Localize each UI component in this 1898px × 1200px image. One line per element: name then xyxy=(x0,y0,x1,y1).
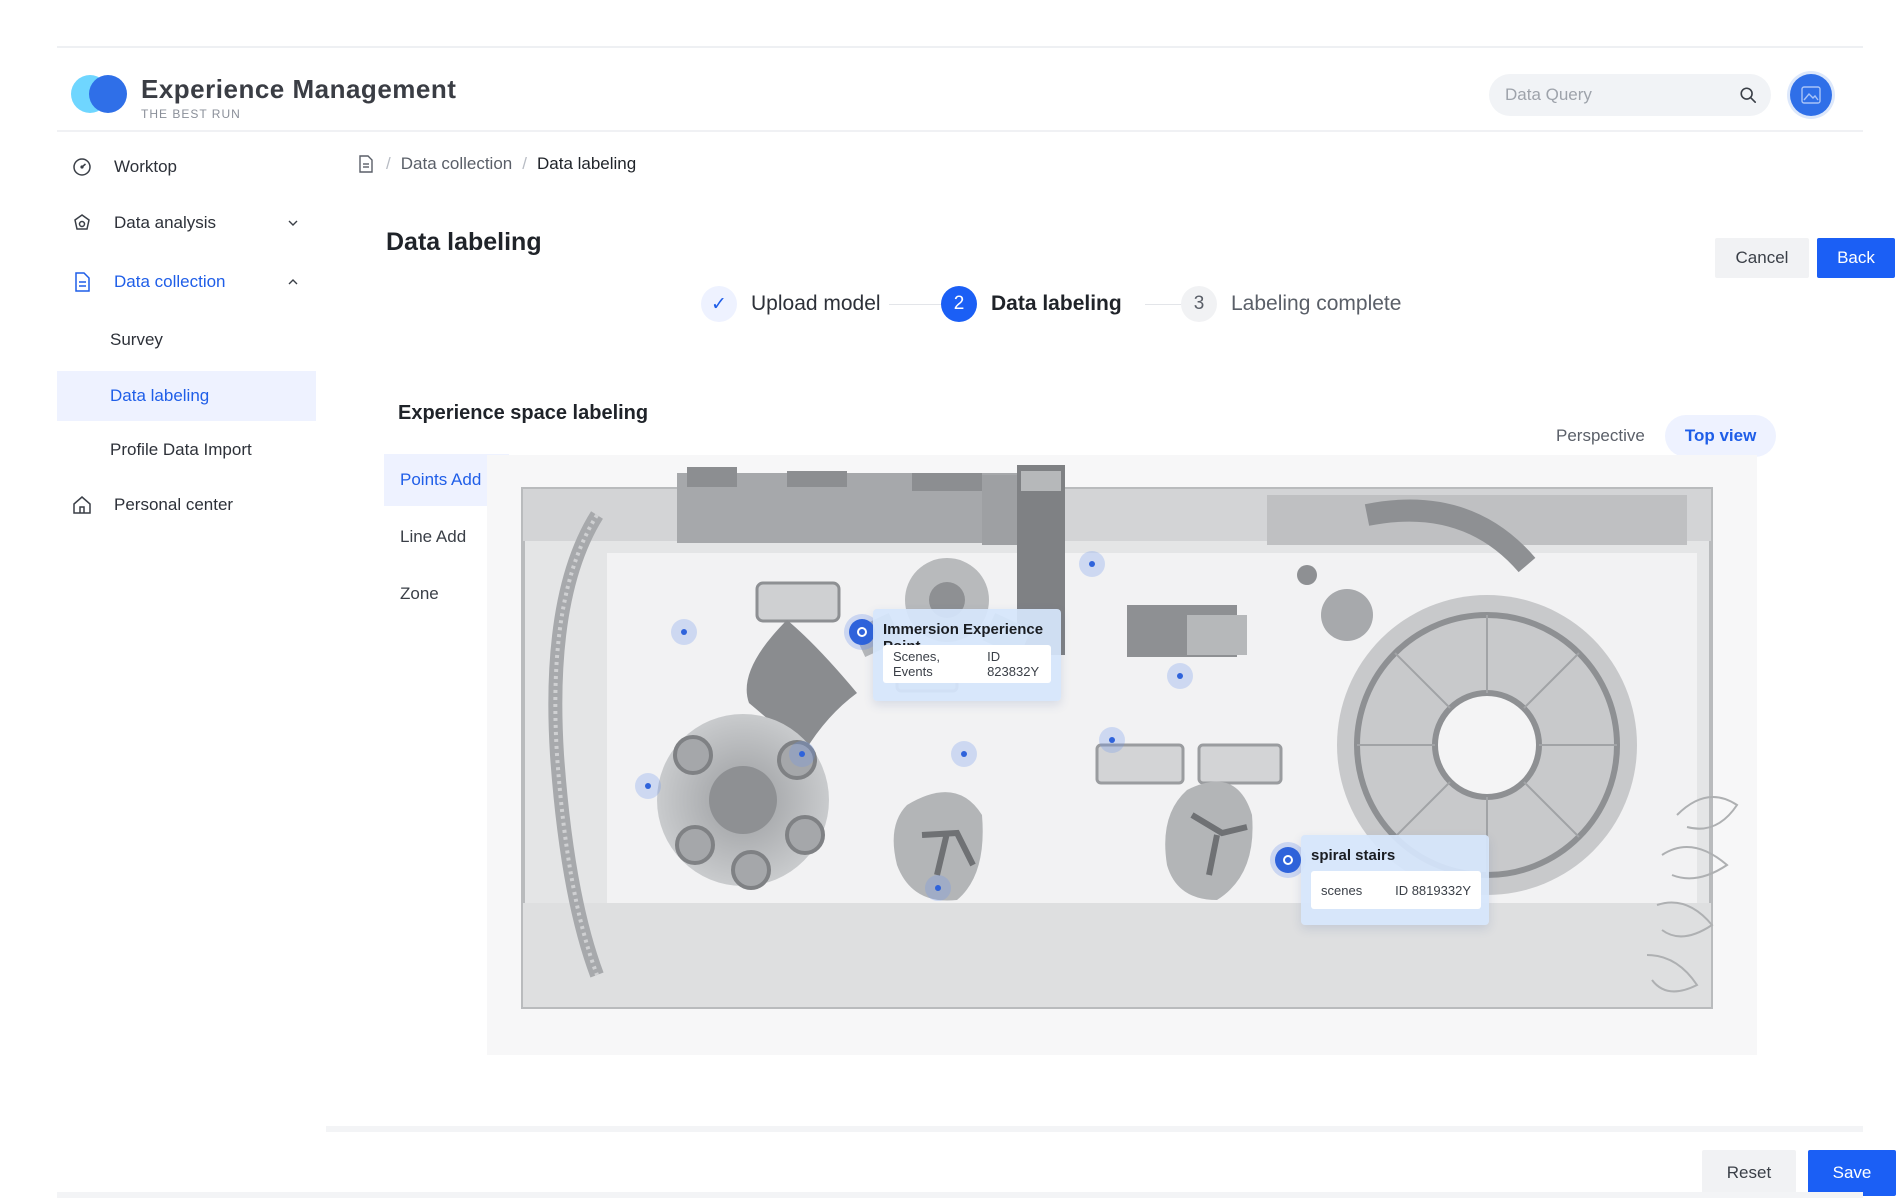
sidebar-item-data-collection[interactable]: Data collection xyxy=(57,257,316,307)
breadcrumb-current: Data labeling xyxy=(536,154,637,173)
sidebar-item-label: Data collection xyxy=(114,272,226,291)
annotation-card-immersion[interactable]: Immersion Experience Point Scenes, Event… xyxy=(873,609,1061,701)
breadcrumb-separator: / xyxy=(386,154,391,173)
step-connector xyxy=(889,304,941,305)
floor-plan-model xyxy=(521,465,1739,1009)
card-tags: Scenes, Events xyxy=(893,649,940,679)
sidebar-item-data-analysis[interactable]: Data analysis xyxy=(57,198,316,248)
annotation-pin[interactable] xyxy=(789,741,815,767)
card-id: ID 8819332Y xyxy=(1395,882,1471,898)
annotation-pin[interactable] xyxy=(671,619,697,645)
page-title: Data labeling xyxy=(386,228,542,256)
sidebar-item-personal-center[interactable]: Personal center xyxy=(57,480,316,530)
step-label: Labeling complete xyxy=(1231,292,1402,315)
page-bottom-divider xyxy=(57,1192,1863,1198)
tool-label: Zone xyxy=(400,584,439,603)
search-input[interactable] xyxy=(1505,74,1725,116)
step-data-labeling: 2 Data labeling xyxy=(941,286,1122,322)
tool-label: Line Add xyxy=(400,527,467,546)
sidebar-item-worktop[interactable]: Worktop xyxy=(57,142,316,192)
avatar[interactable] xyxy=(1790,74,1832,116)
save-button[interactable]: Save xyxy=(1808,1150,1896,1196)
top-header: Experience Management THE BEST RUN xyxy=(57,48,1863,132)
annotation-pin[interactable] xyxy=(1099,727,1125,753)
tool-label: Points Add xyxy=(400,470,482,489)
annotation-pin[interactable] xyxy=(635,773,661,799)
annotation-pin-selected[interactable] xyxy=(1275,847,1301,873)
card-id: ID 823832Y xyxy=(987,649,1040,679)
breadcrumb-separator: / xyxy=(522,154,527,173)
step-label: Upload model xyxy=(751,292,881,315)
card-body: Scenes, Events ID 823832Y xyxy=(883,645,1051,683)
view-top[interactable]: Top view xyxy=(1664,415,1777,457)
cancel-button[interactable]: Cancel xyxy=(1715,238,1809,278)
floor-plan-canvas[interactable]: Immersion Experience Point Scenes, Event… xyxy=(487,455,1757,1055)
dashboard-icon xyxy=(73,158,91,176)
logo-icon xyxy=(71,75,131,113)
annotation-card-spiral-stairs[interactable]: spiral stairs scenes ID 8819332Y xyxy=(1301,835,1489,925)
sidebar-subitem-label: Profile Data Import xyxy=(110,440,252,459)
app-subtitle: THE BEST RUN xyxy=(141,107,241,121)
brand: Experience Management THE BEST RUN xyxy=(141,74,456,121)
breadcrumb: / Data collection / Data labeling xyxy=(356,154,636,174)
step-number: 2 xyxy=(941,286,977,322)
sidebar-item-label: Personal center xyxy=(114,495,234,514)
card-body: scenes ID 8819332Y xyxy=(1311,871,1481,909)
sidebar-item-label: Data analysis xyxy=(114,213,217,232)
search-box[interactable] xyxy=(1489,74,1771,116)
app-frame: Experience Management THE BEST RUN Workt… xyxy=(57,46,1896,1200)
home-icon xyxy=(73,496,91,514)
search-icon[interactable] xyxy=(1739,86,1757,104)
back-button[interactable]: Back xyxy=(1817,238,1895,278)
annotation-pin[interactable] xyxy=(1167,663,1193,689)
main-content: / Data collection / Data labeling Data l… xyxy=(326,132,1896,1200)
sidebar-subitem-survey[interactable]: Survey xyxy=(57,315,316,365)
document-icon xyxy=(359,155,373,173)
view-switcher: Perspective Top view xyxy=(1536,415,1777,457)
check-icon: ✓ xyxy=(701,286,737,322)
image-icon xyxy=(1801,86,1821,104)
sidebar-subitem-label: Data labeling xyxy=(110,386,210,405)
sidebar-item-label: Worktop xyxy=(114,157,177,176)
document-icon xyxy=(75,272,90,292)
section-title: Experience space labeling xyxy=(398,402,649,424)
step-upload-model: ✓ Upload model xyxy=(701,286,881,322)
sidebar: Worktop Data analysis Data collection Su… xyxy=(57,132,316,1192)
app-title: Experience Management xyxy=(141,74,457,104)
footer-divider xyxy=(326,1126,1863,1132)
annotation-pin-selected[interactable] xyxy=(849,619,875,645)
card-title: spiral stairs xyxy=(1311,847,1396,864)
sidebar-subitem-profile-data-import[interactable]: Profile Data Import xyxy=(57,425,316,475)
breadcrumb-link-data-collection[interactable]: Data collection xyxy=(401,154,513,174)
annotation-pin[interactable] xyxy=(925,875,951,901)
stepper: ✓ Upload model 2 Data labeling 3 Labelin… xyxy=(701,286,1421,326)
reset-button[interactable]: Reset xyxy=(1702,1150,1796,1196)
analysis-icon xyxy=(74,214,90,230)
card-tags: scenes xyxy=(1321,882,1363,898)
chevron-down-icon[interactable] xyxy=(286,216,300,230)
annotation-pin[interactable] xyxy=(1079,551,1105,577)
step-labeling-complete: 3 Labeling complete xyxy=(1181,286,1401,322)
step-number: 3 xyxy=(1181,286,1217,322)
sidebar-subitem-data-labeling[interactable]: Data labeling xyxy=(57,371,316,421)
annotation-pin[interactable] xyxy=(951,741,977,767)
step-label: Data labeling xyxy=(991,292,1122,315)
view-perspective[interactable]: Perspective xyxy=(1536,415,1665,457)
chevron-up-icon[interactable] xyxy=(286,275,300,289)
sidebar-subitem-label: Survey xyxy=(110,330,163,349)
